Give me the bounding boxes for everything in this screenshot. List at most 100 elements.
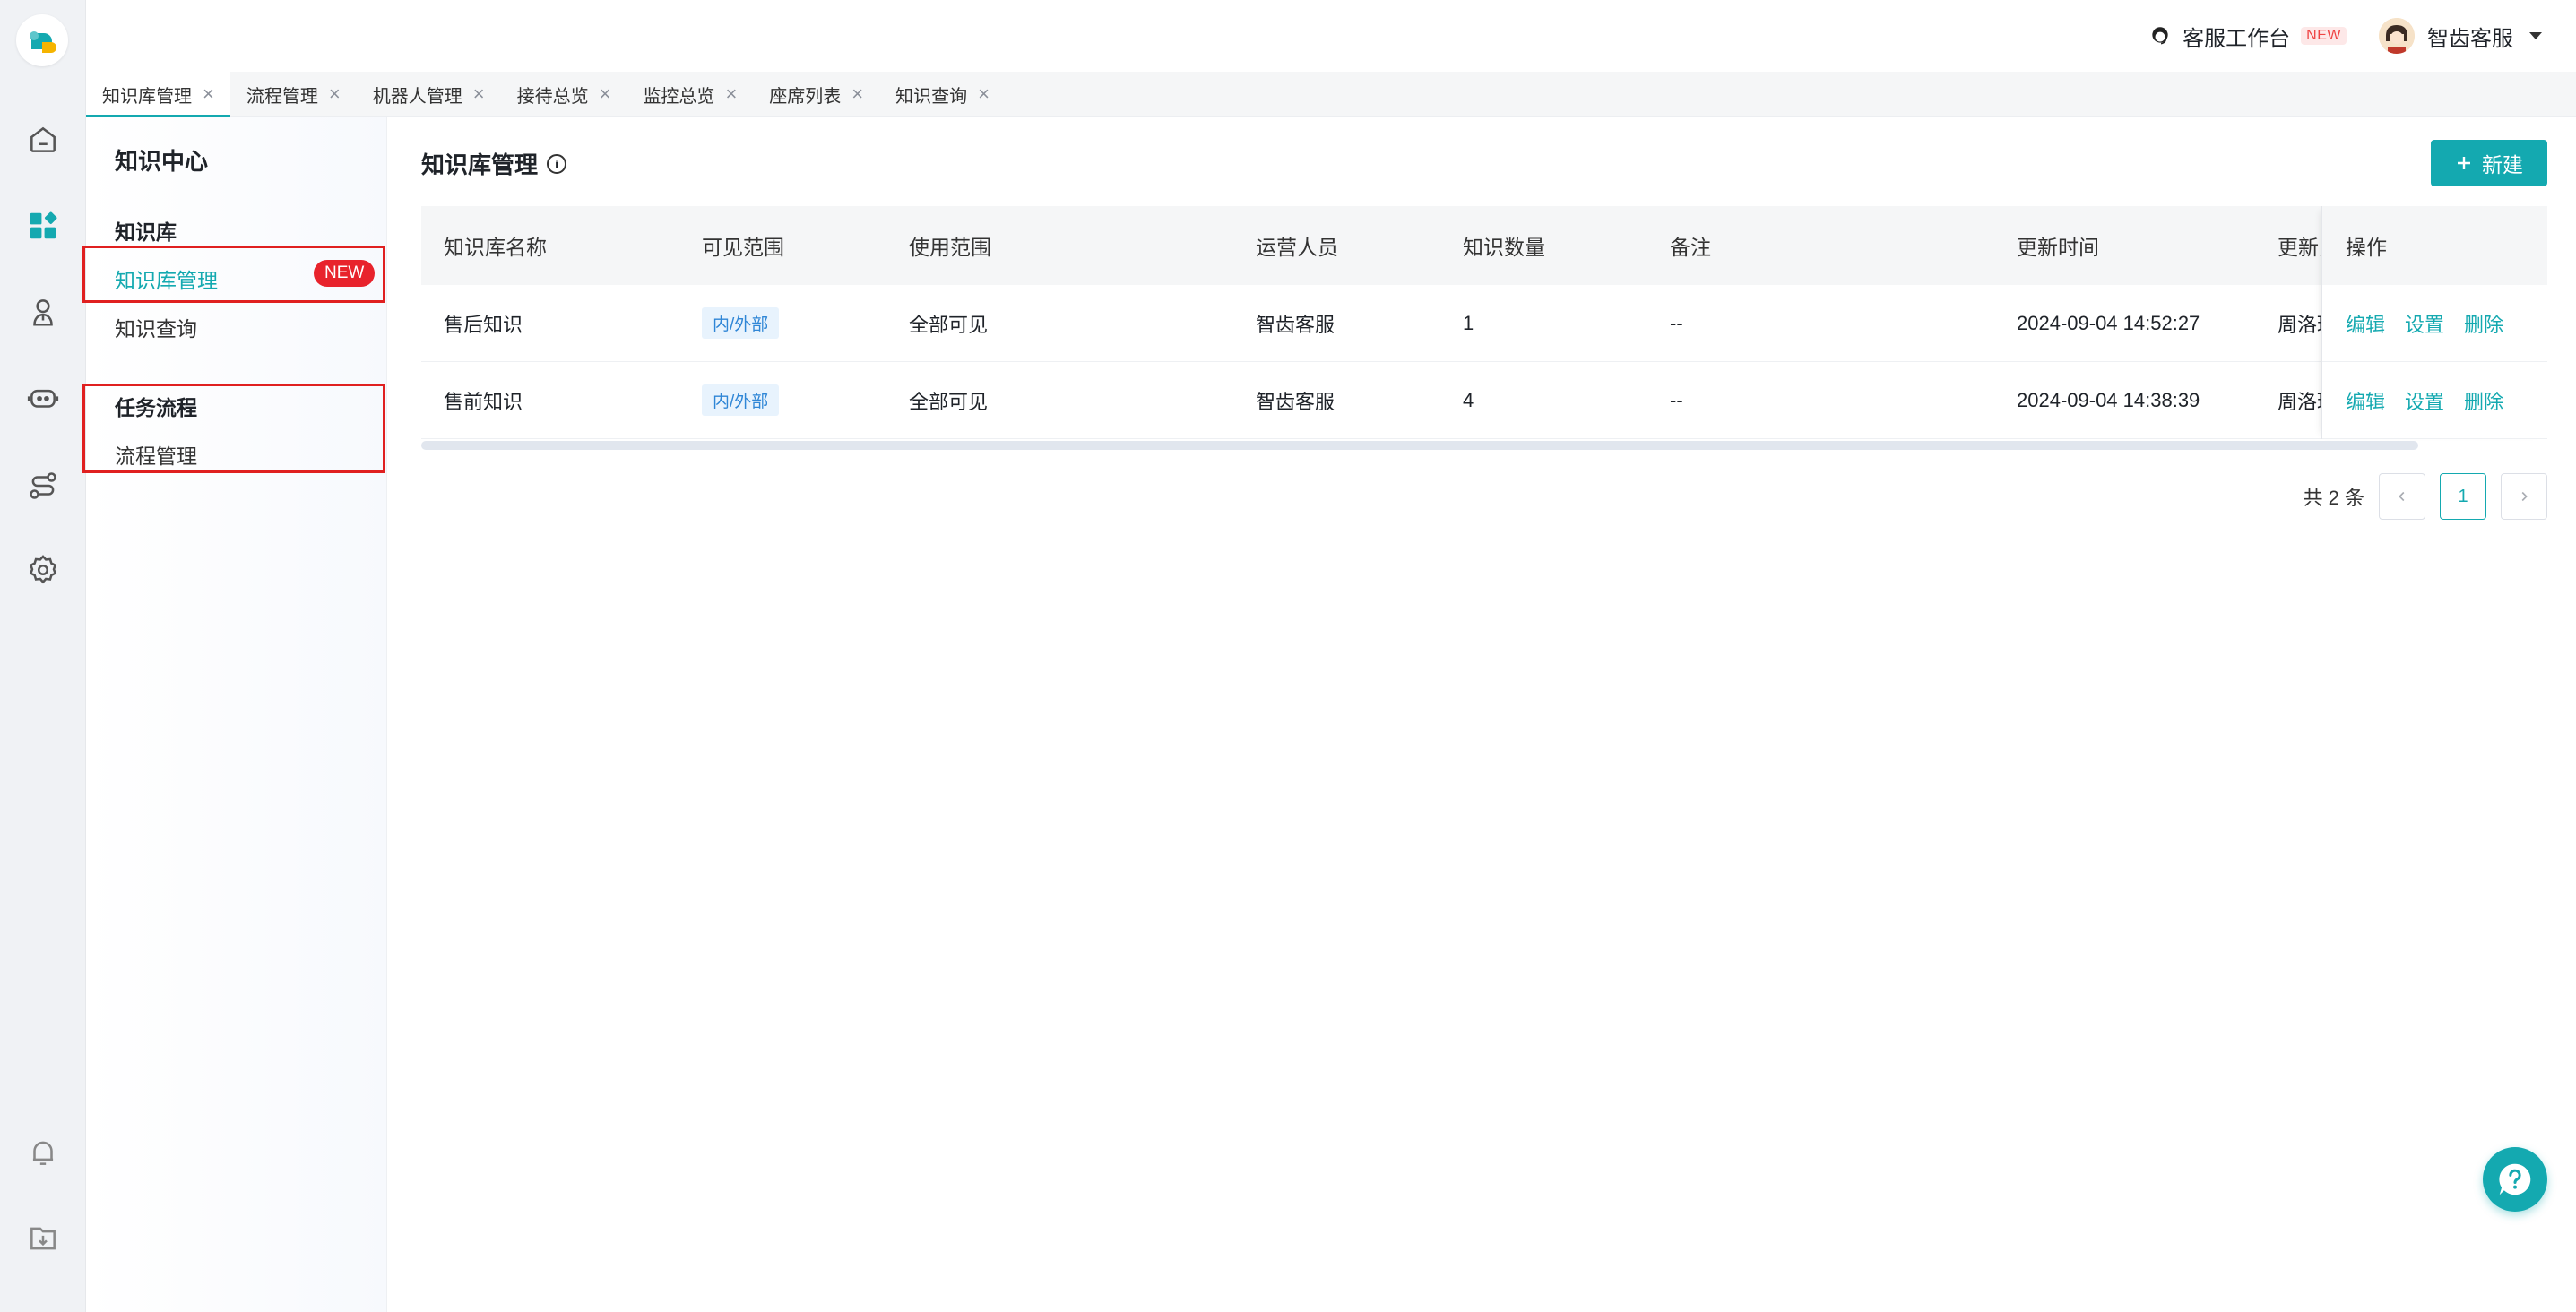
chevron-left-icon	[2399, 491, 2405, 502]
tab-label: 流程管理	[246, 86, 318, 107]
table-row[interactable]: 售后知识 内/外部 全部可见 智齿客服 1 -- 2024-09-04 14:5…	[421, 285, 2547, 362]
plus-icon	[2458, 157, 2470, 169]
column-header: 知识库名称	[444, 236, 547, 259]
pagination: 共 2 条 1	[2304, 473, 2547, 520]
info-icon[interactable]: i	[547, 153, 567, 174]
row-actions: 编辑 设置 删除	[2322, 285, 2547, 362]
tab-monitor-overview[interactable]: 监控总览 ×	[627, 72, 753, 117]
table-row[interactable]: 售前知识 内/外部 全部可见 智齿客服 4 -- 2024-09-04 14:3…	[421, 362, 2547, 439]
cell-name: 售后知识	[444, 313, 523, 336]
tab-knowledge-base-management[interactable]: 知识库管理 ×	[86, 72, 230, 117]
create-button[interactable]: 新建	[2431, 140, 2547, 186]
knowledge-center-sidebar: 知识中心 知识库 知识库管理 NEW 知识查询 任务流程 流程管理	[82, 117, 387, 1312]
tab-agent-list[interactable]: 座席列表 ×	[753, 72, 879, 117]
visibility-tag: 内/外部	[702, 384, 780, 416]
tab-reception-overview[interactable]: 接待总览 ×	[501, 72, 627, 117]
close-icon[interactable]: ×	[203, 84, 214, 104]
cell-operator: 智齿客服	[1256, 390, 1336, 413]
close-icon[interactable]: ×	[851, 84, 863, 104]
page-title: 知识库管理 i	[421, 147, 567, 180]
edit-button[interactable]: 编辑	[2346, 386, 2385, 415]
column-header: 可见范围	[702, 236, 784, 259]
robot-icon[interactable]	[22, 376, 65, 419]
tab-knowledge-query[interactable]: 知识查询 ×	[879, 72, 1006, 117]
flow-icon[interactable]	[22, 464, 65, 507]
download-icon[interactable]	[22, 1217, 65, 1260]
top-bar: 客服工作台 NEW 智齿客服	[86, 0, 2576, 72]
highlight-box	[82, 246, 385, 303]
bell-icon[interactable]	[22, 1131, 65, 1174]
logo-icon	[30, 31, 56, 53]
cell-usage: 全部可见	[909, 313, 989, 336]
cell-updated: 2024-09-04 14:38:39	[2017, 388, 2200, 411]
avatar	[2379, 18, 2415, 54]
tab-label: 知识库管理	[102, 86, 192, 107]
cell-name: 售前知识	[444, 390, 523, 413]
apps-icon[interactable]	[22, 204, 65, 247]
close-icon[interactable]: ×	[978, 84, 990, 104]
visibility-tag: 内/外部	[702, 307, 780, 339]
tab-bar: 知识库管理 × 流程管理 × 机器人管理 × 接待总览 × 监控总览 × 座席列表 × 知识…	[86, 72, 2576, 117]
cs-workbench-label: 客服工作台	[2183, 26, 2291, 51]
user-name: 智齿客服	[2427, 26, 2513, 51]
horizontal-scrollbar[interactable]	[421, 441, 2418, 450]
cs-workbench-link[interactable]: 客服工作台 NEW	[2148, 20, 2347, 52]
cell-count: 1	[1463, 311, 1474, 334]
tab-label: 接待总览	[516, 86, 589, 107]
next-page-button[interactable]	[2501, 473, 2547, 520]
actions-column: 操作 编辑 设置 删除 编辑 设置 删除	[2321, 206, 2547, 439]
cell-remark: --	[1670, 388, 1683, 411]
page-title-text: 知识库管理	[421, 151, 539, 178]
delete-button[interactable]: 删除	[2464, 309, 2503, 338]
tab-label: 知识查询	[895, 86, 968, 107]
tab-label: 机器人管理	[372, 86, 462, 107]
close-icon[interactable]: ×	[473, 84, 485, 104]
cell-operator: 智齿客服	[1256, 313, 1336, 336]
user-menu[interactable]: 智齿客服	[2379, 18, 2542, 54]
chevron-right-icon	[2521, 491, 2528, 502]
settings-button[interactable]: 设置	[2405, 309, 2444, 338]
delete-button[interactable]: 删除	[2464, 386, 2503, 415]
home-icon[interactable]	[22, 118, 65, 161]
table-header: 知识库名称 可见范围 使用范围 运营人员 知识数量 备注 更新时间 更新人	[421, 206, 2547, 285]
edit-button[interactable]: 编辑	[2346, 309, 2385, 338]
left-rail	[0, 0, 86, 1312]
total-count: 共 2 条	[2303, 487, 2364, 509]
cell-updated: 2024-09-04 14:52:27	[2017, 311, 2200, 334]
tab-label: 座席列表	[769, 86, 842, 107]
cell-usage: 全部可见	[909, 390, 989, 413]
chevron-down-icon	[2529, 32, 2542, 39]
sidebar-title: 知识中心	[115, 148, 209, 175]
highlight-box	[82, 384, 385, 473]
column-header: 更新时间	[2017, 236, 2099, 259]
prev-page-button[interactable]	[2379, 473, 2425, 520]
app-logo[interactable]	[16, 14, 68, 66]
column-header: 运营人员	[1256, 236, 1338, 259]
settings-icon[interactable]	[22, 548, 65, 591]
page-number-button[interactable]: 1	[2440, 473, 2486, 520]
column-header: 备注	[1670, 236, 1711, 259]
close-icon[interactable]: ×	[329, 84, 341, 104]
help-icon	[2499, 1163, 2531, 1195]
tab-robot-management[interactable]: 机器人管理 ×	[357, 72, 501, 117]
tab-label: 监控总览	[643, 86, 715, 107]
column-header: 操作	[2322, 206, 2547, 285]
close-icon[interactable]: ×	[600, 84, 611, 104]
create-button-label: 新建	[2482, 153, 2523, 177]
close-icon[interactable]: ×	[725, 84, 737, 104]
knowledge-base-table: 知识库名称 可见范围 使用范围 运营人员 知识数量 备注 更新时间 更新人 售后…	[421, 206, 2547, 457]
new-badge: NEW	[2301, 27, 2347, 45]
column-header: 使用范围	[909, 236, 991, 259]
settings-button[interactable]: 设置	[2405, 386, 2444, 415]
cell-visibility: 内/外部	[702, 285, 780, 361]
cell-visibility: 内/外部	[702, 362, 780, 438]
group-title-knowledge-base: 知识库	[115, 220, 177, 244]
row-actions: 编辑 设置 删除	[2322, 362, 2547, 439]
headset-icon	[2152, 27, 2168, 45]
sidebar-item-knowledge-query[interactable]: 知识查询	[115, 312, 197, 342]
cell-remark: --	[1670, 311, 1683, 334]
user-icon[interactable]	[22, 290, 65, 333]
tab-flow-management[interactable]: 流程管理 ×	[230, 72, 357, 117]
cell-count: 4	[1463, 388, 1474, 411]
help-button[interactable]	[2483, 1147, 2547, 1212]
